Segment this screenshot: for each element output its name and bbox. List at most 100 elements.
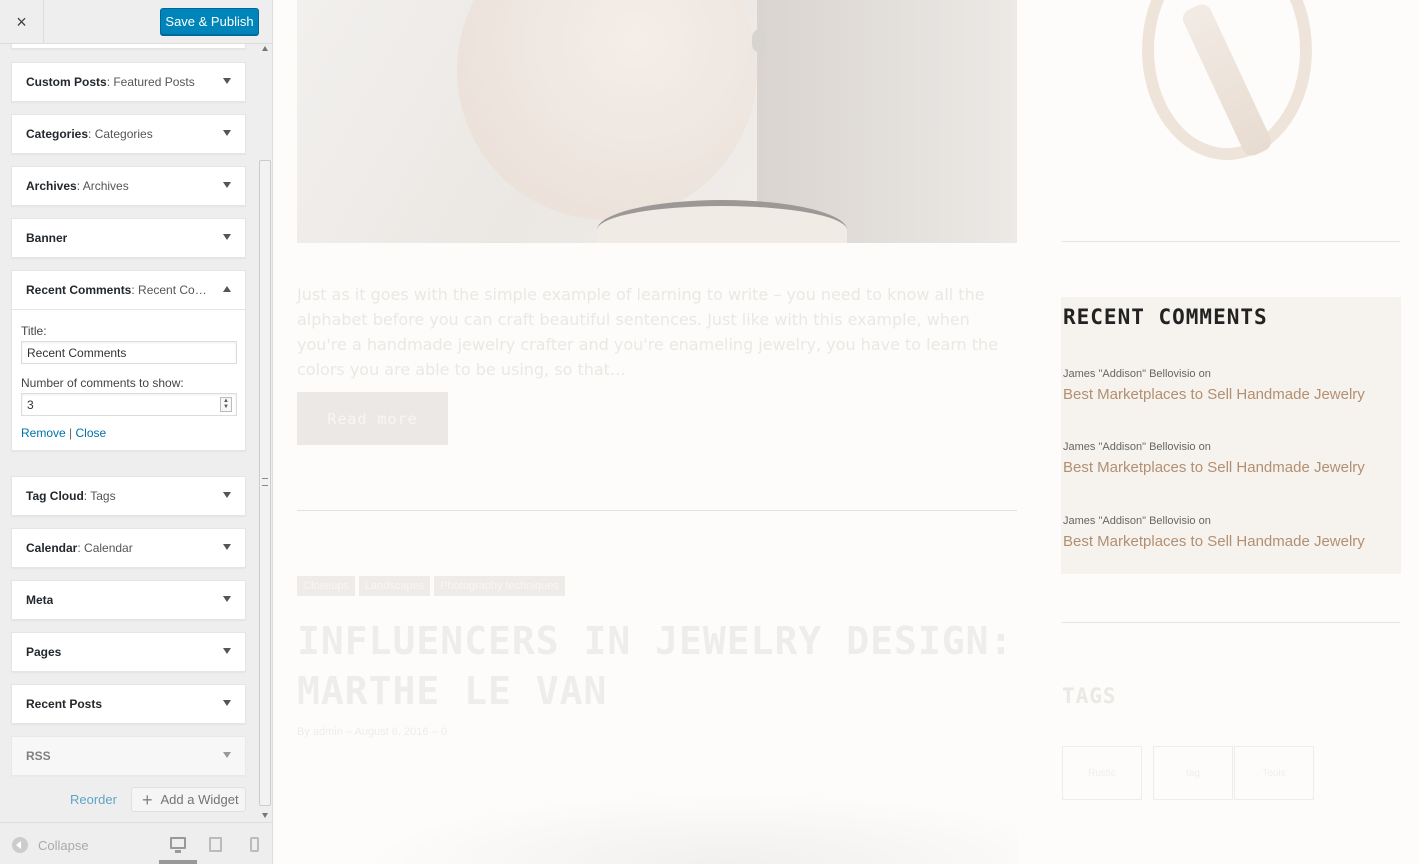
close-link[interactable]: Close — [76, 426, 107, 440]
read-more-button[interactable]: Read more — [297, 392, 448, 445]
post-image-bottom — [297, 780, 1017, 864]
number-input[interactable] — [21, 393, 237, 416]
widget-header[interactable]: Custom Posts: Featured Posts — [12, 63, 245, 101]
widget-tag-cloud[interactable]: Tag Cloud: Tags — [11, 476, 246, 516]
tag-cloud-item[interactable]: Rustic — [1062, 746, 1142, 800]
grip-icon — [262, 478, 268, 486]
comment-author: James "Addison" Bellovisio on — [1063, 441, 1211, 453]
widget-header[interactable]: Meta — [12, 581, 245, 619]
widget-title: Calendar: Calendar — [26, 541, 133, 555]
widget-recent-comments[interactable]: Recent Comments: Recent Co… Title: Numbe… — [11, 270, 246, 451]
chevron-up-icon[interactable] — [223, 286, 231, 292]
widget-actions: Remove | Close — [21, 426, 236, 440]
widget-recent-posts[interactable]: Recent Posts — [11, 684, 246, 724]
chevron-down-icon[interactable] — [223, 596, 231, 602]
sidebar-banner-image[interactable] — [1062, 0, 1400, 177]
post-excerpt: Just as it goes with the simple example … — [297, 285, 999, 379]
chevron-down-icon[interactable] — [223, 234, 231, 240]
chevron-down-icon[interactable] — [223, 648, 231, 654]
number-label: Number of comments to show: — [21, 376, 184, 390]
divider — [1062, 241, 1400, 242]
widget-partial-top — [11, 44, 246, 49]
widget-title: Categories: Categories — [26, 127, 153, 141]
scroll-down-icon[interactable] — [262, 813, 268, 818]
active-device-indicator — [159, 860, 197, 864]
widget-title: Recent Comments: Recent Co… — [26, 283, 207, 297]
widget-header[interactable]: Calendar: Calendar — [12, 529, 245, 567]
widget-header[interactable]: Recent Comments: Recent Co… — [12, 271, 245, 309]
widget-header[interactable]: Categories: Categories — [12, 115, 245, 153]
chevron-down-icon[interactable] — [223, 182, 231, 188]
widget-header[interactable]: Recent Posts — [12, 685, 245, 723]
save-publish-button[interactable]: Save & Publish — [160, 8, 259, 35]
chevron-down-icon[interactable] — [223, 130, 231, 136]
widget-header[interactable]: Banner — [12, 219, 245, 257]
post-tag[interactable]: Photography techniques — [434, 576, 565, 596]
widget-title: Tag Cloud: Tags — [26, 489, 116, 503]
plus-icon: + — [142, 789, 153, 810]
add-widget-button[interactable]: + Add a Widget — [131, 787, 246, 812]
title-label: Title: — [21, 324, 47, 338]
widget-categories[interactable]: Categories: Categories — [11, 114, 246, 154]
customizer-footer: Collapse — [0, 822, 272, 864]
chevron-down-icon[interactable] — [223, 544, 231, 550]
widget-header[interactable]: Tag Cloud: Tags — [12, 477, 245, 515]
chevron-down-icon[interactable] — [223, 492, 231, 498]
widget-meta[interactable]: Meta — [11, 580, 246, 620]
hero-image-face — [457, 0, 757, 220]
close-icon[interactable]: × — [0, 0, 44, 44]
widget-header[interactable]: Archives: Archives — [12, 167, 245, 205]
widget-calendar[interactable]: Calendar: Calendar — [11, 528, 246, 568]
chevron-down-icon[interactable] — [223, 700, 231, 706]
widget-form: Title: Number of comments to show: ▲▼ Re… — [12, 309, 245, 450]
chevron-down-icon[interactable] — [223, 78, 231, 84]
widget-title: RSS — [26, 749, 51, 763]
tag-cloud-item[interactable]: tag — [1153, 746, 1233, 800]
collapse-arrow-icon — [12, 837, 28, 853]
divider — [297, 510, 1017, 511]
widget-title: Custom Posts: Featured Posts — [26, 75, 195, 89]
comment-post-link[interactable]: Best Marketplaces to Sell Handmade Jewel… — [1063, 386, 1393, 403]
divider — [1062, 622, 1400, 623]
comment-author: James "Addison" Bellovisio on — [1063, 368, 1211, 380]
widget-heading: RECENT COMMENTS — [1063, 305, 1268, 329]
chevron-down-icon[interactable] — [223, 752, 231, 758]
widget-banner[interactable]: Banner — [11, 218, 246, 258]
recent-comments-widget: RECENT COMMENTS James "Addison" Bellovis… — [1061, 297, 1401, 574]
post-title[interactable]: INFLUENCERS IN JEWELRY DESIGN: MARTHE LE… — [297, 616, 1017, 716]
number-field: ▲▼ — [21, 393, 237, 416]
tablet-preview-icon[interactable] — [209, 837, 222, 852]
widget-title: Recent Posts — [26, 697, 103, 711]
widget-header[interactable]: RSS — [12, 737, 245, 775]
post-tag[interactable]: Landscapes — [358, 576, 431, 596]
widget-rss[interactable]: RSS — [11, 736, 246, 776]
widget-title: Archives: Archives — [26, 179, 129, 193]
widget-pages[interactable]: Pages — [11, 632, 246, 672]
post-image[interactable] — [297, 0, 1017, 243]
widget-title: Pages — [26, 645, 62, 659]
comment-author: James "Addison" Bellovisio on — [1063, 515, 1211, 527]
reorder-link[interactable]: Reorder — [70, 792, 117, 807]
widget-list: Custom Posts: Featured Posts Categories:… — [0, 44, 258, 822]
mobile-preview-icon[interactable] — [250, 837, 259, 852]
widget-custom-posts[interactable]: Custom Posts: Featured Posts — [11, 62, 246, 102]
comment-item: James "Addison" Bellovisio on Best Marke… — [1063, 441, 1393, 476]
comment-post-link[interactable]: Best Marketplaces to Sell Handmade Jewel… — [1063, 459, 1393, 476]
widget-header[interactable]: Pages — [12, 633, 245, 671]
number-spinner[interactable]: ▲ ▼ — [220, 397, 232, 412]
comment-post-link[interactable]: Best Marketplaces to Sell Handmade Jewel… — [1063, 533, 1393, 550]
customizer-sidebar: × Save & Publish Custom Posts: Featured … — [0, 0, 273, 864]
site-preview: Just as it goes with the simple example … — [273, 0, 1419, 864]
remove-link[interactable]: Remove — [21, 426, 66, 440]
post-tags: Closeups Landscapes Photography techniqu… — [297, 576, 565, 596]
collapse-button[interactable]: Collapse — [12, 837, 89, 853]
hero-image-earring — [752, 30, 766, 52]
title-input[interactable] — [21, 341, 237, 364]
desktop-preview-icon[interactable] — [170, 837, 186, 853]
post-tag[interactable]: Closeups — [297, 576, 355, 596]
widget-archives[interactable]: Archives: Archives — [11, 166, 246, 206]
tag-cloud-item[interactable]: Tools — [1234, 746, 1314, 800]
add-widget-label: Add a Widget — [160, 792, 239, 807]
scroll-up-icon[interactable] — [262, 46, 268, 51]
widget-title: Meta — [26, 593, 54, 607]
